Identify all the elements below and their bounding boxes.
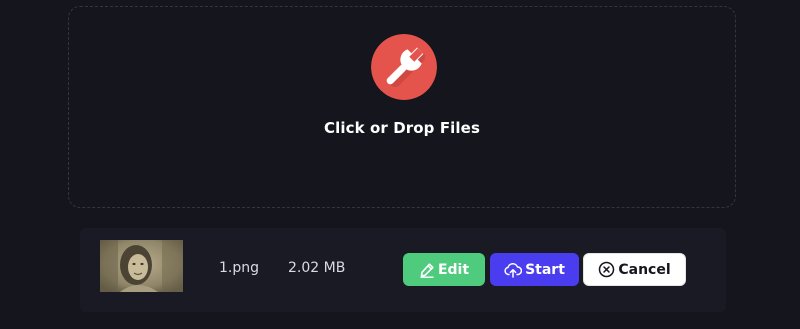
- file-thumbnail: [100, 240, 183, 292]
- file-name: 1.png: [219, 260, 260, 276]
- cancel-button-label: Cancel: [618, 261, 671, 278]
- wrench-icon: [371, 34, 437, 100]
- edit-button-label: Edit: [437, 261, 470, 278]
- edit-button[interactable]: Edit: [403, 253, 485, 286]
- close-circle-icon: [598, 261, 615, 278]
- start-button-label: Start: [525, 261, 565, 278]
- pencil-icon: [419, 262, 435, 278]
- cloud-upload-icon: [504, 262, 523, 278]
- dropzone-label: Click or Drop Files: [324, 119, 480, 137]
- file-list-item: 1.png 2.02 MB Edit Start Cancel: [80, 228, 726, 312]
- file-size: 2.02 MB: [288, 260, 346, 276]
- file-dropzone[interactable]: Click or Drop Files: [68, 6, 736, 208]
- cancel-button[interactable]: Cancel: [583, 253, 686, 286]
- start-upload-button[interactable]: Start: [490, 253, 579, 286]
